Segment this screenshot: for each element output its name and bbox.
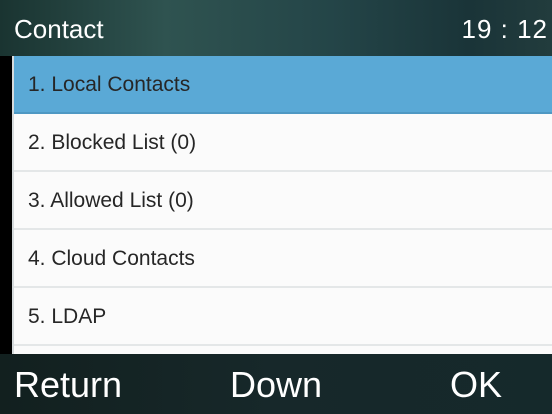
down-softkey[interactable]: Down bbox=[230, 364, 322, 406]
ok-softkey[interactable]: OK bbox=[450, 364, 502, 406]
softkey-bar: Return Down OK bbox=[0, 354, 552, 414]
clock: 19 : 12 bbox=[461, 14, 548, 44]
menu-item-cloud-contacts[interactable]: 4. Cloud Contacts bbox=[14, 230, 552, 288]
title-bar: Contact 19 : 12 bbox=[0, 0, 552, 56]
menu-item-label: 3. Allowed List (0) bbox=[28, 189, 194, 212]
menu-item-label: 1. Local Contacts bbox=[28, 73, 191, 96]
contact-menu-list: 1. Local Contacts 2. Blocked List (0) 3.… bbox=[12, 56, 552, 354]
menu-item-label: 4. Cloud Contacts bbox=[28, 247, 195, 270]
menu-item-allowed-list[interactable]: 3. Allowed List (0) bbox=[14, 172, 552, 230]
page-title: Contact bbox=[14, 14, 104, 44]
menu-item-label: 2. Blocked List (0) bbox=[28, 131, 197, 154]
menu-item-ldap[interactable]: 5. LDAP bbox=[14, 288, 552, 346]
menu-item-local-contacts[interactable]: 1. Local Contacts bbox=[14, 56, 552, 114]
menu-item-blocked-list[interactable]: 2. Blocked List (0) bbox=[14, 114, 552, 172]
phone-screen: Contact 19 : 12 1. Local Contacts 2. Blo… bbox=[0, 0, 552, 414]
return-softkey[interactable]: Return bbox=[14, 364, 122, 406]
menu-item-label: 5. LDAP bbox=[28, 305, 107, 328]
